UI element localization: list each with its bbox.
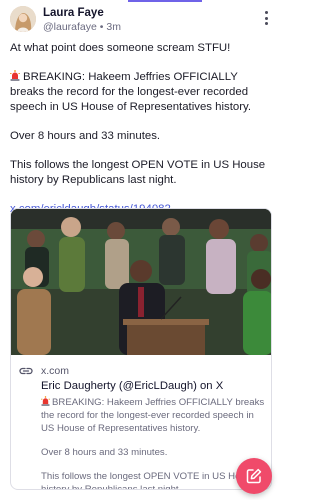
link-preview-image[interactable] <box>11 209 271 355</box>
author-handle[interactable]: @laurafaye <box>43 21 97 33</box>
link-domain-row: x.com <box>19 364 69 378</box>
author-name[interactable]: Laura Faye <box>43 7 104 19</box>
top-progress-line <box>0 0 282 2</box>
post-paragraph: This follows the longest OPEN VOTE in US… <box>10 159 266 186</box>
compose-icon <box>246 468 262 484</box>
rotating-light-icon <box>10 70 20 81</box>
kebab-menu-icon[interactable] <box>260 10 272 26</box>
post-meta: @laurafaye • 3m <box>43 21 121 33</box>
post-text: At what point does someone scream STFU! … <box>10 41 272 217</box>
top-accent-bar <box>128 0 202 2</box>
post-paragraph: At what point does someone scream STFU! <box>10 42 231 54</box>
post-timestamp: 3m <box>106 21 121 33</box>
post-header: Laura Faye @laurafaye • 3m <box>10 6 272 34</box>
link-preview-card[interactable]: x.com Eric Daugherty (@EricLDaugh) on X … <box>10 208 272 490</box>
link-icon <box>19 367 33 375</box>
link-domain: x.com <box>41 365 70 377</box>
post-paragraph-text: BREAKING: Hakeem Jeffries OFFICIALLY bre… <box>10 71 252 113</box>
link-description-paragraph: This follows the longest OPEN VOTE in US… <box>41 471 256 490</box>
link-description: BREAKING: Hakeem Jeffries OFFICIALLY bre… <box>41 396 267 490</box>
link-description-paragraph: BREAKING: Hakeem Jeffries OFFICIALLY bre… <box>41 396 267 435</box>
rotating-light-icon <box>41 396 50 406</box>
avatar[interactable] <box>10 6 36 32</box>
post-paragraph: Over 8 hours and 33 minutes. <box>10 130 161 142</box>
post-paragraph-breaking: BREAKING: Hakeem Jeffries OFFICIALLY bre… <box>10 70 272 115</box>
compose-button[interactable] <box>236 458 272 494</box>
meta-separator: • <box>99 21 104 33</box>
link-title[interactable]: Eric Daugherty (@EricLDaugh) on X <box>41 380 267 392</box>
link-description-paragraph: Over 8 hours and 33 minutes. <box>41 447 168 458</box>
link-description-text: BREAKING: Hakeem Jeffries OFFICIALLY bre… <box>41 397 265 434</box>
